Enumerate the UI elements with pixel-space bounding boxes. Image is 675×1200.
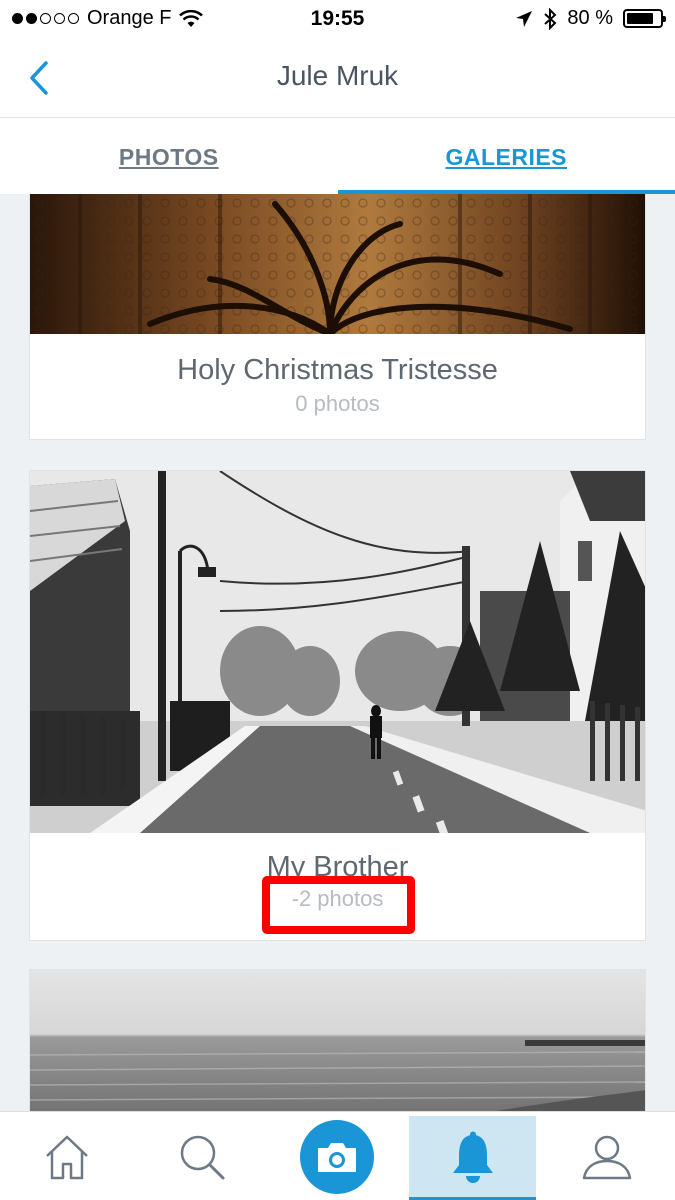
gallery-photo-count: -2 photos bbox=[291, 886, 384, 911]
profile-icon bbox=[582, 1135, 632, 1179]
tab-bar bbox=[0, 1111, 675, 1200]
tab-profile[interactable] bbox=[562, 1112, 652, 1200]
navigation-bar: Jule Mruk bbox=[0, 38, 675, 118]
tab-photos[interactable]: PHOTOS bbox=[0, 118, 338, 194]
battery-level bbox=[627, 13, 653, 24]
camera-icon bbox=[318, 1142, 356, 1172]
tab-notifications[interactable] bbox=[409, 1116, 536, 1200]
tab-camera[interactable] bbox=[292, 1112, 382, 1200]
gallery-cover-image bbox=[30, 194, 645, 334]
gallery-cover-image bbox=[30, 970, 645, 1111]
gallery-cover-image bbox=[30, 471, 645, 833]
location-arrow-icon bbox=[516, 10, 533, 27]
bell-icon bbox=[452, 1131, 493, 1183]
search-icon bbox=[180, 1135, 225, 1179]
gallery-photo-count: 0 photos bbox=[295, 391, 380, 416]
gallery-card[interactable]: My Brother -2 photos bbox=[29, 470, 646, 941]
page-title: Jule Mruk bbox=[276, 60, 399, 91]
segmented-tabs: PHOTOS GALERIES bbox=[0, 118, 675, 194]
gallery-title: Holy Christmas Tristesse bbox=[177, 354, 498, 386]
tab-search[interactable] bbox=[157, 1112, 247, 1200]
camera-button[interactable] bbox=[300, 1119, 374, 1194]
battery-percentage: 80 % bbox=[567, 7, 613, 29]
bluetooth-icon bbox=[544, 7, 557, 30]
gallery-card[interactable]: Holy Christmas Tristesse 0 photos bbox=[29, 194, 646, 440]
gallery-list[interactable]: Holy Christmas Tristesse 0 photos My Bro… bbox=[0, 194, 675, 1111]
gallery-title: My Brother bbox=[266, 851, 409, 883]
gallery-card[interactable] bbox=[29, 969, 646, 1111]
tab-home[interactable] bbox=[22, 1112, 112, 1200]
battery-icon bbox=[623, 9, 666, 28]
tab-galeries[interactable]: GALERIES bbox=[337, 118, 675, 194]
home-icon bbox=[46, 1135, 88, 1179]
status-bar: Orange F 19:55 80 % bbox=[0, 0, 675, 38]
